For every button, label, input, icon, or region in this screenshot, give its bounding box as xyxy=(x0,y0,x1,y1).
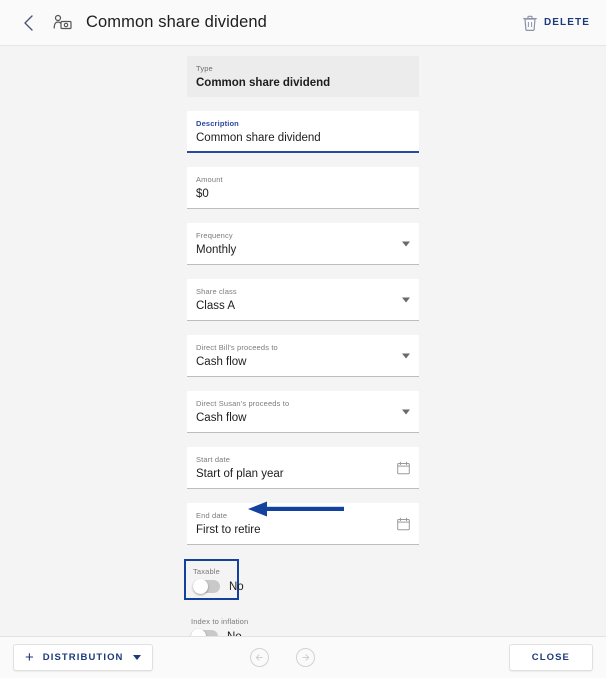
toggle-knob xyxy=(191,629,206,636)
field-amount-value[interactable]: $0 xyxy=(196,186,410,202)
field-direct-susan-proceeds-value: Cash flow xyxy=(196,412,247,424)
chevron-down-icon xyxy=(402,353,410,358)
direct-susan-proceeds-dropdown-toggle[interactable] xyxy=(402,409,410,414)
close-button[interactable]: CLOSE xyxy=(508,644,593,671)
field-end-date-label: End date xyxy=(196,511,228,520)
end-date-picker-button[interactable] xyxy=(397,517,410,530)
toggle-knob xyxy=(193,579,208,594)
field-type-label: Type xyxy=(196,64,213,73)
field-description[interactable]: Description Common share dividend xyxy=(187,111,419,153)
direct-bill-proceeds-dropdown-toggle[interactable] xyxy=(402,353,410,358)
field-amount-label: Amount xyxy=(196,175,223,184)
add-distribution-label: DISTRIBUTION xyxy=(42,652,124,663)
field-index-to-inflation-label: Index to inflation xyxy=(191,617,249,626)
frequency-dropdown-toggle[interactable] xyxy=(402,241,410,246)
field-direct-susan-proceeds[interactable]: Direct Susan's proceeds to Cash flow xyxy=(187,391,419,433)
calendar-icon xyxy=(397,517,410,530)
field-frequency-label: Frequency xyxy=(196,231,233,240)
field-amount[interactable]: Amount $0 xyxy=(187,167,419,209)
arrow-right-circle-icon xyxy=(301,654,309,661)
field-start-date-label: Start date xyxy=(196,455,231,464)
taxable-toggle-switch[interactable] xyxy=(193,579,220,594)
chevron-down-icon xyxy=(402,297,410,302)
field-start-date[interactable]: Start date Start of plan year xyxy=(187,447,419,489)
field-end-date[interactable]: End date First to retire xyxy=(187,503,419,545)
field-taxable-value: No xyxy=(229,580,244,593)
form-scroll-area: Type Common share dividend Description C… xyxy=(0,46,606,636)
chevron-left-icon xyxy=(23,14,35,32)
field-direct-bill-proceeds-value: Cash flow xyxy=(196,356,247,368)
delete-button[interactable]: DELETE xyxy=(523,15,590,31)
field-direct-bill-proceeds[interactable]: Direct Bill's proceeds to Cash flow xyxy=(187,335,419,377)
arrow-left-circle-icon xyxy=(255,654,263,661)
chevron-down-icon xyxy=(402,409,410,414)
page-title: Common share dividend xyxy=(86,13,267,31)
field-end-date-value: First to retire xyxy=(196,524,261,536)
record-navigation xyxy=(249,648,315,667)
person-distribution-icon xyxy=(50,10,76,36)
distribution-form: Type Common share dividend Description C… xyxy=(184,46,419,636)
previous-record-button[interactable] xyxy=(249,648,269,667)
field-type: Type Common share dividend xyxy=(187,56,419,97)
back-button[interactable] xyxy=(16,10,42,36)
field-frequency[interactable]: Frequency Monthly xyxy=(187,223,419,265)
next-record-button[interactable] xyxy=(295,648,315,667)
field-taxable[interactable]: Taxable No xyxy=(184,559,244,600)
field-description-value[interactable]: Common share dividend xyxy=(196,130,410,146)
field-share-class-value: Class A xyxy=(196,300,235,312)
plus-icon: + xyxy=(25,649,34,666)
field-type-value: Common share dividend xyxy=(196,77,331,89)
trash-icon xyxy=(523,15,537,31)
close-button-label: CLOSE xyxy=(531,652,570,663)
delete-button-label: DELETE xyxy=(543,17,590,28)
field-direct-bill-proceeds-label: Direct Bill's proceeds to xyxy=(196,343,278,352)
add-distribution-button[interactable]: + DISTRIBUTION xyxy=(13,644,153,671)
chevron-down-icon xyxy=(402,241,410,246)
chevron-down-icon[interactable] xyxy=(132,655,141,660)
field-share-class[interactable]: Share class Class A xyxy=(187,279,419,321)
app-header: Common share dividend DELETE xyxy=(0,0,606,46)
field-direct-susan-proceeds-label: Direct Susan's proceeds to xyxy=(196,399,290,408)
share-class-dropdown-toggle[interactable] xyxy=(402,297,410,302)
field-frequency-value: Monthly xyxy=(196,244,237,256)
calendar-icon xyxy=(397,461,410,474)
field-start-date-value: Start of plan year xyxy=(196,468,284,480)
field-share-class-label: Share class xyxy=(196,287,237,296)
start-date-picker-button[interactable] xyxy=(397,461,410,474)
field-taxable-label: Taxable xyxy=(193,567,220,576)
field-description-label: Description xyxy=(196,119,239,128)
field-index-to-inflation[interactable]: Index to inflation No xyxy=(187,610,419,636)
footer-bar: + DISTRIBUTION CLOSE xyxy=(0,636,606,678)
